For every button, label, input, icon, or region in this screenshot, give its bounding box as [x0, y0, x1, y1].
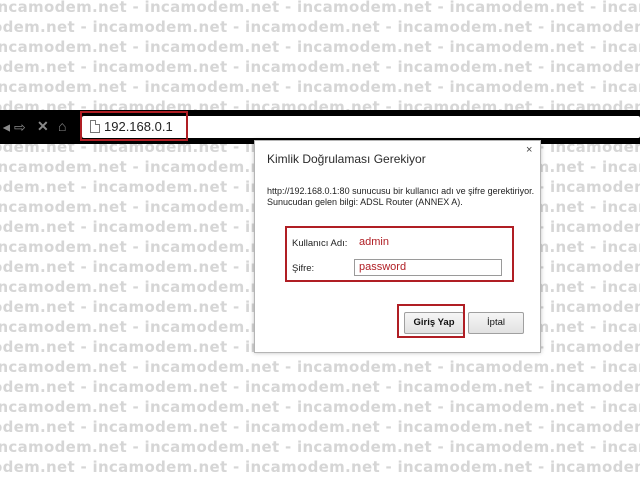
watermark-row: incamodem.net - incamodem.net - incamode…	[0, 38, 640, 56]
watermark-row: incamodem.net - incamodem.net - incamode…	[0, 358, 640, 376]
dialog-title: Kimlik Doğrulaması Gerekiyor	[267, 152, 426, 166]
watermark-row: incamodem.net - incamodem.net - incamode…	[0, 378, 640, 396]
home-icon[interactable]: ⌂	[58, 118, 66, 134]
username-label: Kullanıcı Adı:	[292, 238, 348, 249]
arrow-right-icon[interactable]: ⇨	[14, 119, 26, 135]
login-button[interactable]: Giriş Yap	[404, 312, 464, 334]
password-value: password	[359, 261, 407, 273]
address-bar[interactable]: 192.168.0.1	[82, 116, 640, 138]
password-field[interactable]: password	[354, 259, 502, 276]
arrow-left-icon[interactable]: ◄	[0, 119, 10, 135]
watermark-row: incamodem.net - incamodem.net - incamode…	[0, 18, 640, 36]
close-icon[interactable]: ×	[526, 144, 532, 156]
watermark-row: incamodem.net - incamodem.net - incamode…	[0, 418, 640, 436]
password-label: Şifre:	[292, 263, 315, 274]
url-text: 192.168.0.1	[104, 119, 173, 134]
auth-dialog: Kimlik Doğrulaması Gerekiyor × http://19…	[254, 140, 541, 353]
watermark-row: incamodem.net - incamodem.net - incamode…	[0, 438, 640, 456]
watermark-row: incamodem.net - incamodem.net - incamode…	[0, 458, 640, 476]
close-icon[interactable]: ✕	[37, 118, 49, 134]
username-field[interactable]: admin	[359, 236, 389, 248]
page-icon	[90, 120, 100, 133]
watermark-row: incamodem.net - incamodem.net - incamode…	[0, 398, 640, 416]
dialog-message: http://192.168.0.1:80 sunucusu bir kulla…	[267, 186, 535, 207]
watermark-row: incamodem.net - incamodem.net - incamode…	[0, 58, 640, 76]
watermark-row: incamodem.net - incamodem.net - incamode…	[0, 0, 640, 16]
cancel-button[interactable]: İptal	[468, 312, 524, 334]
browser-toolbar: ◄ ⇨ ✕ ⌂ 192.168.0.1	[0, 110, 640, 144]
watermark-row: incamodem.net - incamodem.net - incamode…	[0, 78, 640, 96]
